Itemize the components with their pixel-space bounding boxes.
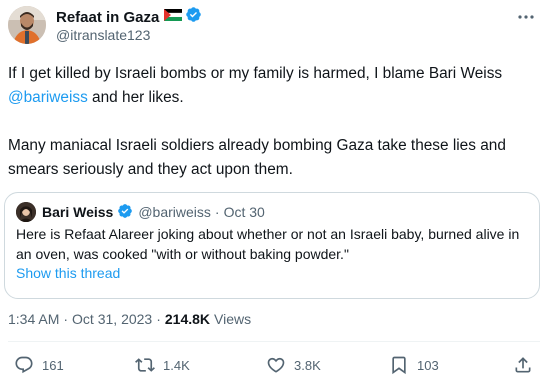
more-options-icon[interactable] [516, 9, 536, 25]
verified-badge-icon[interactable] [185, 6, 202, 28]
tweet-text-line1: If I get killed by Israeli bombs or my f… [8, 65, 503, 82]
reply-icon [14, 355, 34, 375]
author-name-row: Refaat in Gaza [56, 7, 202, 27]
quoted-author-name[interactable]: Bari Weiss [42, 204, 113, 220]
meta-separator: · [156, 311, 161, 327]
retweet-button[interactable]: 1.4K [135, 354, 190, 376]
meta-separator: · [63, 311, 69, 327]
verified-badge-icon[interactable] [117, 203, 133, 222]
bookmark-button[interactable]: 103 [389, 354, 439, 376]
reply-button[interactable]: 161 [14, 354, 64, 376]
like-button[interactable]: 3.8K [266, 354, 321, 376]
bookmark-icon [389, 355, 409, 375]
quoted-date[interactable]: Oct 30 [224, 204, 265, 220]
mention-link[interactable]: @bariweiss [8, 89, 88, 106]
tweet-date[interactable]: Oct 31, 2023 [72, 311, 152, 327]
like-count: 3.8K [294, 357, 321, 373]
show-thread-link[interactable]: Show this thread [16, 265, 120, 281]
author-handle[interactable]: @itranslate123 [56, 27, 150, 43]
quoted-text: Here is Refaat Alareer joking about whet… [16, 226, 520, 262]
quoted-header: Bari Weiss @bariweiss · Oct 30 [42, 202, 265, 222]
retweet-icon [135, 355, 155, 375]
tweet-paragraph-2: Many maniacal Israeli soldiers already b… [8, 137, 506, 178]
views-label: Views [214, 311, 252, 327]
reply-count: 161 [42, 357, 64, 373]
tweet-text: If I get killed by Israeli bombs or my f… [8, 62, 538, 182]
tweet-time[interactable]: 1:34 AM [8, 311, 59, 327]
divider [8, 341, 540, 342]
quoted-tweet[interactable]: Bari Weiss @bariweiss · Oct 30 Here is R… [4, 192, 540, 299]
quoted-author-avatar[interactable] [16, 202, 36, 222]
quoted-separator: · [214, 204, 220, 220]
author-avatar[interactable] [8, 6, 46, 44]
tweet-paragraph-1: If I get killed by Israeli bombs or my f… [8, 62, 538, 110]
author-display-name[interactable]: Refaat in Gaza [56, 9, 159, 26]
palestine-flag-icon [164, 8, 183, 26]
share-icon [513, 355, 533, 375]
share-button[interactable] [513, 354, 533, 376]
retweet-count: 1.4K [163, 357, 190, 373]
tweet-meta: 1:34 AM · Oct 31, 2023 · 214.8K Views [8, 309, 251, 329]
quoted-author-handle[interactable]: @bariweiss [138, 204, 211, 220]
heart-icon [266, 355, 286, 375]
bookmark-count: 103 [417, 357, 439, 373]
views-count: 214.8K [164, 311, 211, 327]
tweet-card: Refaat in Gaza @itranslate123 If I get k… [0, 0, 548, 388]
tweet-text-line1-suffix: and her likes. [87, 89, 184, 106]
